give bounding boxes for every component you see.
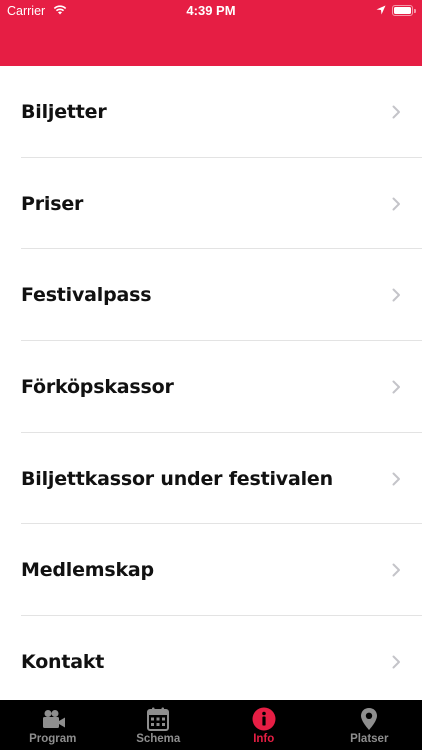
tab-label: Program xyxy=(29,733,77,745)
menu-item-label: Förköpskassor xyxy=(21,375,174,398)
header-bar: Carrier 4:39 PM xyxy=(0,0,422,66)
battery-icon xyxy=(392,5,413,16)
menu-item-label: Kontakt xyxy=(21,650,105,673)
menu-item-forkopskassor[interactable]: Förköpskassor xyxy=(0,341,422,433)
tab-platser[interactable]: Platser xyxy=(317,700,422,750)
battery-cap xyxy=(414,8,416,13)
menu-item-label: Priser xyxy=(21,192,84,215)
chevron-right-icon xyxy=(392,563,400,577)
chevron-right-icon xyxy=(392,288,400,302)
menu-item-festivalpass[interactable]: Festivalpass xyxy=(0,249,422,341)
calendar-icon xyxy=(147,707,170,731)
menu-item-kontakt[interactable]: Kontakt xyxy=(0,616,422,708)
location-pin-icon xyxy=(361,708,378,730)
menu-item-label: Medlemskap xyxy=(21,559,154,582)
info-icon xyxy=(252,707,276,731)
menu-item-priser[interactable]: Priser xyxy=(0,158,422,250)
menu-item-label: Biljetter xyxy=(21,100,107,123)
info-menu-list: Biljetter Priser Festivalpass Förköpskas… xyxy=(0,66,422,708)
menu-item-biljettkassor[interactable]: Biljettkassor under festivalen xyxy=(0,433,422,525)
tab-label: Schema xyxy=(136,733,181,745)
tab-program[interactable]: Program xyxy=(0,700,106,750)
status-time: 4:39 PM xyxy=(186,3,236,18)
chevron-right-icon xyxy=(392,472,400,486)
menu-item-label: Festivalpass xyxy=(21,284,152,307)
tab-info[interactable]: Info xyxy=(211,700,317,750)
tab-bar: Program Schema Info Platser xyxy=(0,700,422,750)
chevron-right-icon xyxy=(392,197,400,211)
tab-schema[interactable]: Schema xyxy=(106,700,212,750)
tab-label: Platser xyxy=(350,733,389,745)
status-bar: Carrier 4:39 PM xyxy=(0,0,422,22)
chevron-right-icon xyxy=(392,655,400,669)
video-camera-icon xyxy=(42,710,65,728)
chevron-right-icon xyxy=(392,380,400,394)
menu-item-medlemskap[interactable]: Medlemskap xyxy=(0,524,422,616)
menu-item-label: Biljettkassor under festivalen xyxy=(21,467,333,490)
chevron-right-icon xyxy=(392,105,400,119)
tab-label: Info xyxy=(253,733,275,745)
menu-item-biljetter[interactable]: Biljetter xyxy=(0,66,422,158)
location-arrow-icon xyxy=(376,5,386,15)
